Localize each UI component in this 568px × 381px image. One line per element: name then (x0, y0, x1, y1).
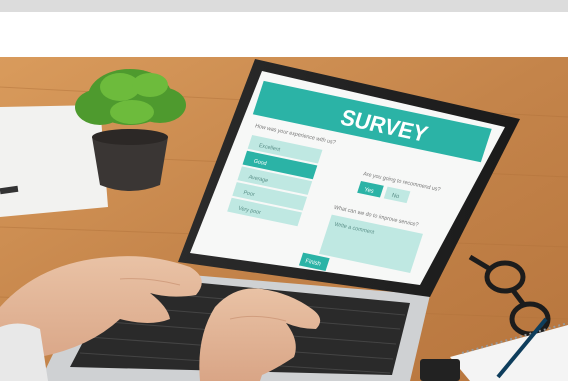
photo-canvas: SURVEY How was your experience with us? … (0, 57, 568, 381)
survey-laptop-photo: SURVEY How was your experience with us? … (0, 57, 568, 381)
top-bar (0, 0, 568, 12)
smartphone (420, 359, 460, 381)
